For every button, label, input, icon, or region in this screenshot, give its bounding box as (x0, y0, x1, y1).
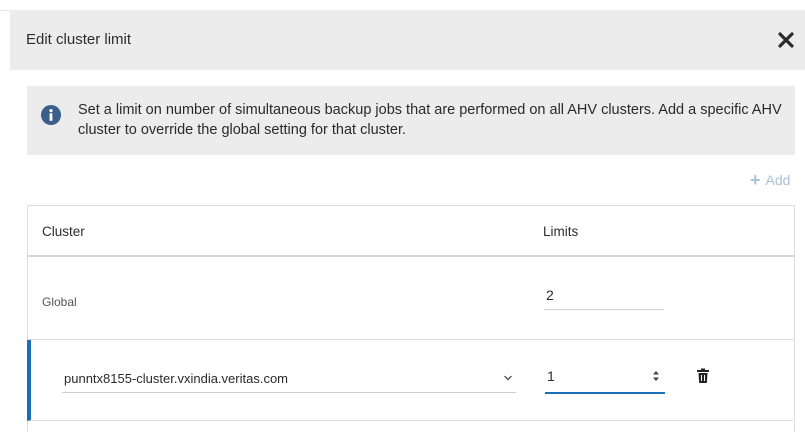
add-button[interactable]: + Add (750, 171, 790, 189)
global-limit-input[interactable] (544, 281, 664, 310)
close-button[interactable] (776, 30, 796, 50)
info-icon (41, 105, 61, 125)
chevron-down-icon (504, 375, 512, 381)
table-row-cluster: punntx8155-cluster.vxindia.veritas.com (27, 340, 793, 421)
dialog-title: Edit cluster limit (26, 31, 132, 48)
cluster-limits-table: Cluster Limits Global punntx8155-cluster… (27, 205, 795, 432)
global-label: Global (42, 295, 77, 309)
column-header-cluster: Cluster (42, 224, 85, 239)
cluster-select[interactable]: punntx8155-cluster.vxindia.veritas.com (62, 362, 516, 393)
info-banner: Set a limit on number of simultaneous ba… (27, 86, 795, 155)
column-header-limits: Limits (543, 224, 579, 239)
delete-icon[interactable] (696, 368, 710, 384)
cluster-limit-field (545, 362, 665, 394)
info-text: Set a limit on number of simultaneous ba… (78, 102, 782, 138)
dialog-header: Edit cluster limit (10, 10, 805, 70)
table-row-global: Global (28, 257, 794, 340)
cluster-limit-input[interactable] (545, 362, 647, 390)
add-label: Add (765, 172, 791, 188)
table-header: Cluster Limits (28, 206, 794, 257)
cluster-select-value: punntx8155-cluster.vxindia.veritas.com (64, 371, 289, 386)
close-icon (778, 32, 794, 48)
plus-icon: + (750, 170, 761, 190)
stepper-icon[interactable] (651, 369, 661, 383)
